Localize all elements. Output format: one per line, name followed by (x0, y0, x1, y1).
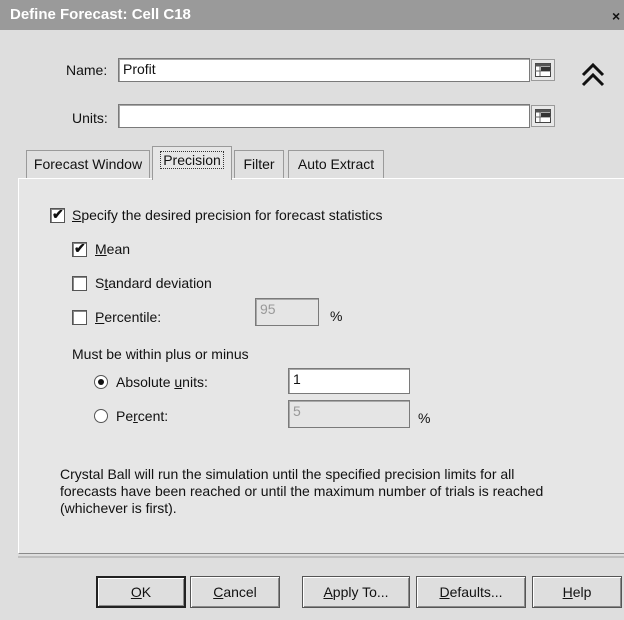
percent-input[interactable]: 5 (288, 400, 410, 428)
close-icon[interactable]: × (612, 8, 620, 24)
units-input[interactable] (118, 104, 530, 128)
units-cell-reference-button[interactable] (531, 105, 555, 127)
units-label: Units: (72, 110, 108, 126)
percentile-checkbox[interactable] (72, 310, 87, 325)
divider (18, 556, 624, 558)
within-label: Must be within plus or minus (72, 346, 249, 362)
tab-label: Forecast Window (33, 156, 143, 172)
percent-unit: % (418, 410, 431, 426)
absolute-units-input[interactable]: 1 (288, 368, 410, 394)
tab-filter[interactable]: Filter (234, 150, 284, 178)
percentile-input[interactable]: 95 (255, 298, 319, 326)
title-bar[interactable]: Define Forecast: Cell C18 × (0, 0, 624, 30)
checkmark-icon: ✔ (52, 206, 64, 222)
define-forecast-dialog: Define Forecast: Cell C18 × Name: Profit… (0, 0, 624, 620)
name-label: Name: (66, 62, 108, 78)
specify-precision-checkbox[interactable]: ✔ (50, 206, 65, 223)
absolute-units-radio[interactable] (94, 375, 108, 389)
tab-label: Filter (243, 156, 275, 172)
percent-label[interactable]: Percent: (116, 408, 168, 424)
specify-precision-label[interactable]: Specify the desired precision for foreca… (72, 207, 382, 223)
radio-dot (98, 379, 104, 385)
std-dev-checkbox[interactable] (72, 276, 87, 291)
name-cell-reference-button[interactable] (531, 59, 555, 81)
ok-button[interactable]: OK (96, 576, 186, 608)
window-title: Define Forecast: Cell C18 (10, 6, 191, 23)
precision-note: Crystal Ball will run the simulation unt… (60, 466, 544, 516)
checkmark-icon: ✔ (74, 240, 86, 256)
collapse-dialog-button[interactable] (578, 60, 608, 90)
defaults-button[interactable]: Defaults... (416, 576, 526, 608)
std-dev-label[interactable]: Standard deviation (95, 275, 212, 291)
percent-radio[interactable] (94, 409, 108, 423)
mean-label[interactable]: Mean (95, 241, 130, 257)
cancel-button[interactable]: Cancel (190, 576, 280, 608)
tab-label: Precision (160, 151, 224, 169)
percentile-unit: % (330, 308, 343, 324)
help-button[interactable]: Help (532, 576, 622, 608)
tab-label: Auto Extract (297, 156, 375, 172)
percentile-label[interactable]: Percentile: (95, 309, 161, 325)
tab-forecast-window[interactable]: Forecast Window (26, 150, 150, 178)
absolute-units-label[interactable]: Absolute units: (116, 374, 208, 390)
tab-auto-extract[interactable]: Auto Extract (288, 150, 384, 178)
name-input[interactable]: Profit (118, 58, 530, 82)
apply-to-button[interactable]: Apply To... (302, 576, 410, 608)
mean-checkbox[interactable]: ✔ (72, 240, 87, 257)
double-chevron-up-icon (578, 62, 608, 93)
tab-precision[interactable]: Precision (152, 146, 232, 180)
